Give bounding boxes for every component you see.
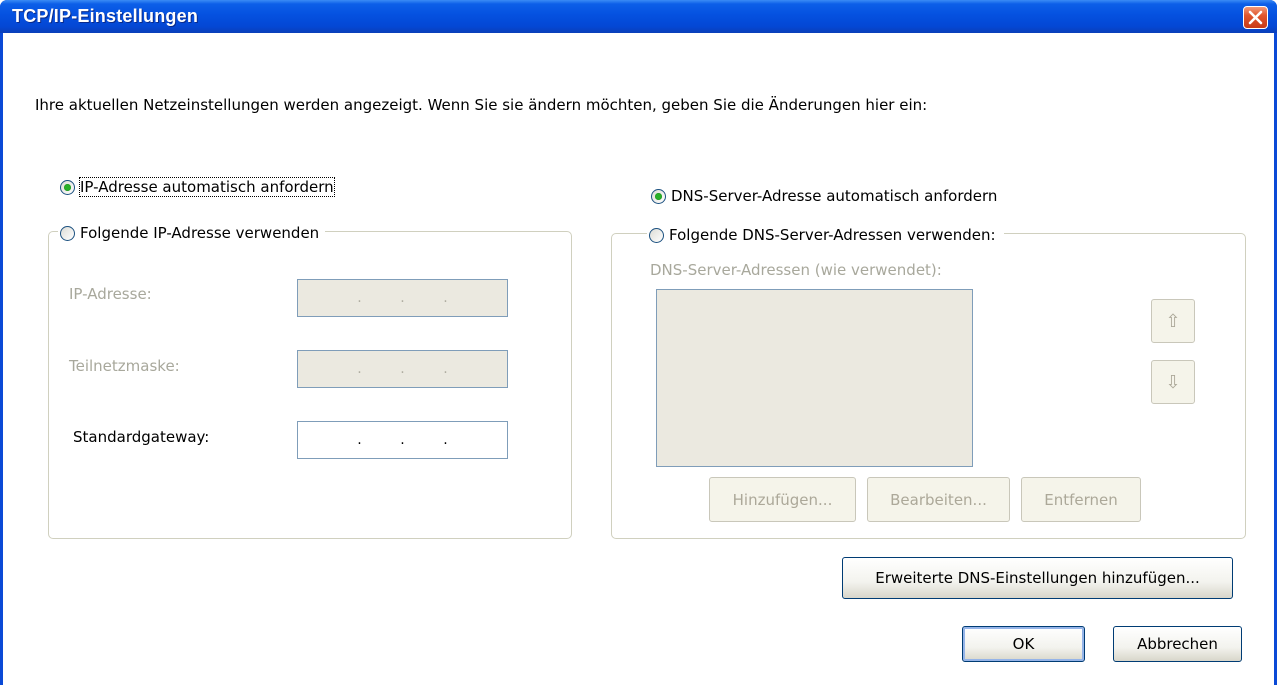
octet-separator: .: [400, 290, 405, 306]
octet-separator: .: [443, 432, 448, 448]
ip-address-field: . . .: [297, 279, 508, 317]
octet-separator: .: [400, 361, 405, 377]
dns-manual-label[interactable]: Folgende DNS-Server-Adressen verwenden:: [669, 226, 996, 244]
dialog-body: Ihre aktuellen Netzeinstellungen werden …: [3, 33, 1274, 685]
gateway-label: Standardgateway:: [73, 428, 210, 446]
arrow-down-icon: ⇩: [1165, 371, 1181, 393]
dns-auto-label[interactable]: DNS-Server-Adresse automatisch anfordern: [671, 187, 997, 205]
dns-auto-radio-indicator[interactable]: [651, 188, 666, 204]
ip-manual-label[interactable]: Folgende IP-Adresse verwenden: [80, 224, 319, 242]
cancel-button[interactable]: Abbrechen: [1113, 626, 1242, 662]
ip-address-label: IP-Adresse:: [69, 285, 152, 303]
dns-manual-radio-indicator[interactable]: [649, 227, 664, 243]
ip-auto-radio[interactable]: IP-Adresse automatisch anfordern: [60, 177, 335, 197]
advanced-dns-button[interactable]: Erweiterte DNS-Einstellungen hinzufügen.…: [842, 557, 1233, 599]
ip-manual-radio-indicator[interactable]: [60, 225, 75, 241]
move-up-button: ⇧: [1151, 299, 1195, 343]
octet-separator: .: [400, 432, 405, 448]
close-button[interactable]: [1243, 6, 1268, 29]
add-dns-button: Hinzufügen...: [709, 477, 856, 522]
dns-list-label: DNS-Server-Adressen (wie verwendet):: [650, 261, 942, 279]
edit-dns-button: Bearbeiten...: [867, 477, 1010, 522]
octet-separator: .: [357, 290, 362, 306]
ok-button[interactable]: OK: [962, 626, 1085, 662]
octet-separator: .: [443, 361, 448, 377]
octet-separator: .: [357, 432, 362, 448]
dns-manual-radio[interactable]: Folgende DNS-Server-Adressen verwenden:: [647, 226, 1004, 244]
dns-server-list: [656, 289, 973, 467]
subnet-mask-field: . . .: [297, 350, 508, 388]
dns-auto-radio[interactable]: DNS-Server-Adresse automatisch anfordern: [651, 187, 997, 205]
octet-separator: .: [443, 290, 448, 306]
octet-separator: .: [357, 361, 362, 377]
remove-dns-button: Entfernen: [1021, 477, 1141, 522]
close-icon: [1248, 10, 1263, 25]
arrow-up-icon: ⇧: [1165, 310, 1181, 332]
window-title: TCP/IP-Einstellungen: [12, 6, 199, 26]
ip-auto-radio-indicator[interactable]: [60, 179, 75, 195]
intro-text: Ihre aktuellen Netzeinstellungen werden …: [35, 96, 928, 114]
ip-manual-radio[interactable]: Folgende IP-Adresse verwenden: [58, 224, 326, 242]
title-bar[interactable]: TCP/IP-Einstellungen: [0, 0, 1277, 33]
subnet-mask-label: Teilnetzmaske:: [69, 357, 180, 375]
ip-auto-label[interactable]: IP-Adresse automatisch anfordern: [79, 177, 335, 197]
gateway-field[interactable]: . . .: [297, 421, 508, 459]
move-down-button: ⇩: [1151, 360, 1195, 404]
